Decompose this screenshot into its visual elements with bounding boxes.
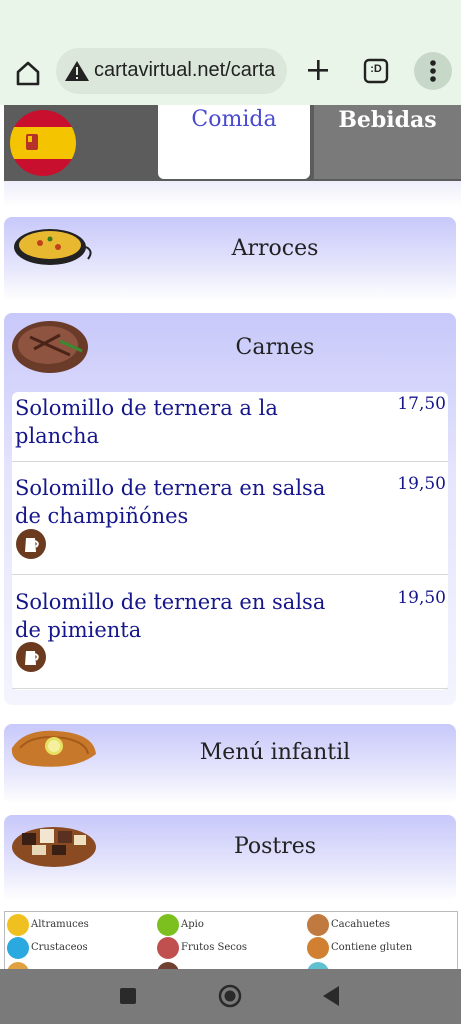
category-title: Carnes — [235, 335, 315, 360]
item-price: 19,50 — [397, 474, 446, 494]
home-icon[interactable] — [10, 55, 46, 91]
tab-comida-label: Comida — [191, 107, 277, 132]
spain-flag-icon[interactable] — [10, 110, 76, 176]
category-menu-infantil[interactable]: Menú infantil — [4, 724, 456, 804]
back-icon[interactable] — [320, 984, 342, 1008]
tab-bebidas[interactable]: Bebidas — [314, 105, 461, 179]
home-nav-icon[interactable] — [217, 983, 243, 1009]
carnes-item-list: Solomillo de ternera a la plancha 17,50 … — [12, 392, 448, 690]
allergen-label: Contiene gluten — [331, 942, 413, 953]
allergen-label: Apio — [181, 919, 204, 930]
menu-item[interactable]: Solomillo de ternera en salsa de champiñ… — [12, 462, 448, 575]
item-name: Solomillo de ternera en salsa de champiñ… — [15, 476, 326, 528]
category-title: Postres — [233, 834, 317, 859]
allergen-label: Altramuces — [31, 919, 89, 930]
menu-item[interactable]: Solomillo de ternera en salsa de pimient… — [12, 575, 448, 689]
cacahuetes-icon — [307, 914, 329, 936]
header-fade — [4, 181, 461, 207]
menu-item[interactable]: Solomillo de ternera a la plancha 17,50 — [12, 392, 448, 462]
gluten-icon — [307, 937, 329, 959]
item-price: 19,50 — [397, 588, 446, 608]
category-title: Menú infantil — [199, 740, 351, 765]
allergen-label: Frutos Secos — [181, 942, 248, 953]
allergens-legend: Altramuces Apio Cacahuetes Crustaceos Fr… — [4, 911, 458, 971]
category-title: Arroces — [231, 236, 319, 261]
address-bar[interactable]: cartavirtual.net/carta — [56, 48, 287, 94]
tab-count: :D — [370, 63, 382, 75]
category-arroces[interactable]: Arroces — [4, 217, 456, 301]
tab-comida[interactable]: Comida — [158, 105, 310, 179]
category-postres[interactable]: Postres — [4, 815, 456, 901]
item-name: Solomillo de ternera a la plancha — [15, 396, 278, 448]
browser-menu-button[interactable] — [414, 52, 452, 90]
crustaceos-icon — [7, 937, 29, 959]
lactose-allergen-icon — [16, 529, 46, 559]
warning-icon[interactable] — [64, 59, 90, 83]
item-price: 17,50 — [397, 394, 446, 414]
item-name: Solomillo de ternera en salsa de pimient… — [15, 590, 326, 642]
altramuces-icon — [7, 914, 29, 936]
recents-icon[interactable] — [118, 986, 138, 1006]
browser-toolbar: cartavirtual.net/carta :D — [0, 0, 461, 105]
url-text: cartavirtual.net/carta — [94, 59, 276, 81]
tab-switcher-button[interactable]: :D — [362, 57, 390, 85]
apio-icon — [157, 914, 179, 936]
allergen-label: Cacahuetes — [331, 919, 391, 930]
frutos-secos-icon — [157, 937, 179, 959]
more-vert-icon — [430, 60, 436, 82]
new-tab-icon[interactable] — [304, 56, 332, 84]
tab-bebidas-label: Bebidas — [338, 107, 437, 133]
allergen-label: Crustaceos — [31, 942, 88, 953]
lactose-allergen-icon — [16, 642, 46, 672]
system-navbar — [0, 969, 461, 1024]
